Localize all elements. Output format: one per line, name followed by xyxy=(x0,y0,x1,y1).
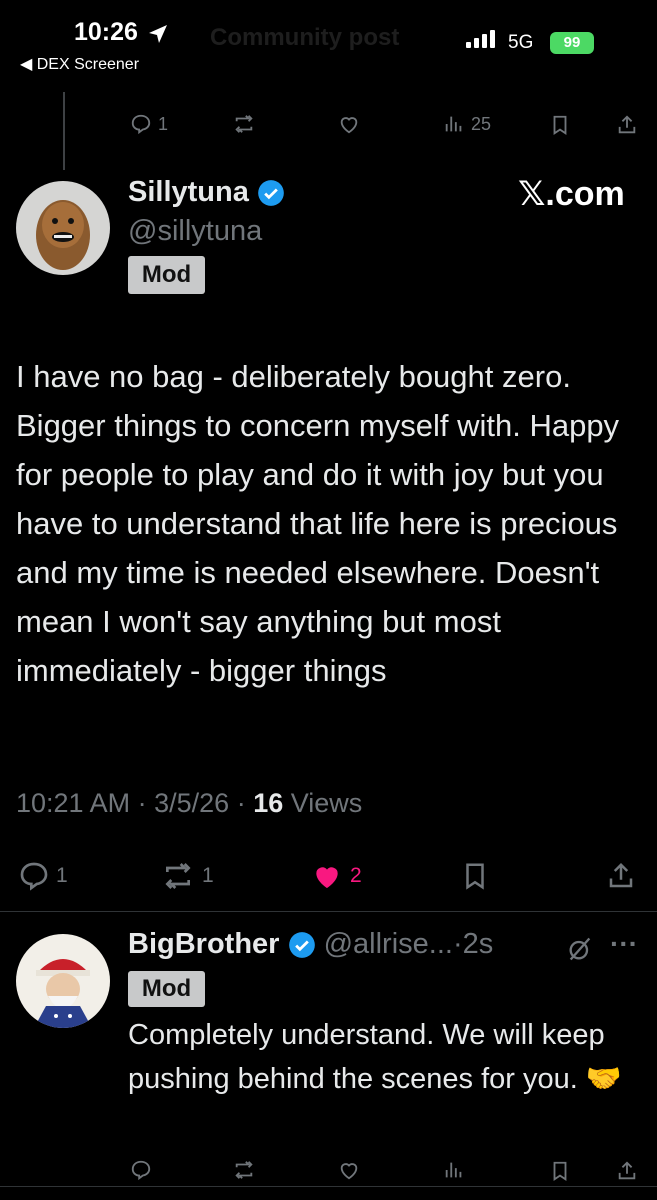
main-author-name: Sillytuna xyxy=(128,176,249,208)
reply-icon xyxy=(131,1160,151,1181)
mod-badge: Mod xyxy=(128,256,205,294)
reply-tweet-bookmark-button[interactable] xyxy=(549,1159,571,1183)
share-button[interactable] xyxy=(606,860,636,892)
bottom-divider xyxy=(0,1186,657,1187)
repost-icon xyxy=(165,863,191,889)
more-options-icon[interactable]: ··· xyxy=(610,928,638,960)
reply-tweet-repost-button[interactable] xyxy=(232,1159,256,1181)
meta-separator: · xyxy=(137,788,155,818)
prev-repost-button[interactable] xyxy=(232,113,256,135)
tweet-meta: 10:21 AM · 3/5/26 · 16 Views xyxy=(16,788,362,819)
views-label: Views xyxy=(290,788,363,818)
thread-connector-line xyxy=(63,92,65,170)
like-count: 2 xyxy=(350,864,362,887)
prev-views-button[interactable]: 25 xyxy=(443,113,491,135)
location-arrow-icon xyxy=(149,25,167,43)
views-icon xyxy=(445,1162,462,1178)
reply-button[interactable]: 1 xyxy=(18,860,68,892)
reply-author-handle: @allrise... xyxy=(323,928,453,960)
filled-heart-icon xyxy=(316,867,338,888)
prev-like-button[interactable] xyxy=(337,113,361,135)
repost-count: 1 xyxy=(202,864,214,887)
verified-badge-icon xyxy=(288,932,315,959)
status-time: 10:26 xyxy=(74,18,138,46)
reply-tweet-views-button[interactable] xyxy=(443,1159,465,1181)
main-tweet-text: I have no bag - deliberately bought zero… xyxy=(16,359,620,688)
cellular-signal-icon xyxy=(466,30,498,48)
meta-separator: · xyxy=(236,788,254,818)
prev-reply-button[interactable]: 1 xyxy=(130,113,168,135)
mod-badge: Mod xyxy=(128,971,205,1007)
heart-icon xyxy=(340,1163,358,1180)
tweet-date: 3/5/26 xyxy=(154,788,230,818)
network-type: 5G xyxy=(508,32,534,53)
reply-tweet-share-button[interactable] xyxy=(616,1159,638,1183)
views-icon xyxy=(445,116,462,132)
repost-button[interactable]: 1 xyxy=(160,860,214,892)
reply-separator: · xyxy=(452,928,463,960)
reply-tweet-reply-button[interactable] xyxy=(130,1159,152,1181)
bookmark-icon xyxy=(553,115,567,135)
main-author-row[interactable]: Sillytuna xyxy=(128,176,285,209)
grok-icon[interactable] xyxy=(566,935,594,963)
reply-tweet-like-button[interactable] xyxy=(337,1159,361,1181)
tweet-divider xyxy=(0,911,657,912)
bigbrother-avatar[interactable] xyxy=(16,934,110,1028)
prev-share-button[interactable] xyxy=(616,113,638,137)
heart-icon xyxy=(340,117,358,134)
prev-bookmark-button[interactable] xyxy=(549,113,571,137)
back-to-app-link[interactable]: ◀ DEX Screener xyxy=(20,54,139,74)
share-icon xyxy=(609,862,633,888)
wookiee-avatar-image xyxy=(16,181,110,275)
x-com-logo: 𝕏.com xyxy=(518,175,625,213)
like-button[interactable]: 2 xyxy=(310,860,362,892)
share-icon xyxy=(618,115,636,134)
main-author-handle[interactable]: @sillytuna xyxy=(128,215,262,248)
reply-author-name: BigBrother xyxy=(128,928,280,960)
repost-icon xyxy=(235,115,253,133)
reply-icon xyxy=(20,862,48,891)
uncle-sam-avatar-image xyxy=(16,934,110,1028)
sillytuna-avatar[interactable] xyxy=(16,181,110,275)
tweet-time: 10:21 AM xyxy=(16,788,131,818)
bookmark-icon xyxy=(466,863,484,890)
bookmark-icon xyxy=(553,1161,567,1181)
bookmark-button[interactable] xyxy=(460,860,490,892)
views-count: 16 xyxy=(253,788,284,818)
reply-author-row[interactable]: BigBrother @allrise...·2s xyxy=(128,928,493,961)
verified-badge-icon xyxy=(258,180,284,207)
prev-reply-count: 1 xyxy=(158,113,169,134)
reply-icon xyxy=(131,114,151,135)
repost-icon xyxy=(235,1161,253,1179)
faded-header-title: Community post xyxy=(210,24,400,51)
prev-views-count: 25 xyxy=(471,113,492,134)
battery-indicator: 99 xyxy=(550,32,594,54)
reply-tweet-text: Completely understand. We will keep push… xyxy=(128,1019,622,1095)
share-icon xyxy=(618,1161,636,1180)
reply-count: 1 xyxy=(56,864,68,887)
reply-age: 2s xyxy=(462,928,494,960)
